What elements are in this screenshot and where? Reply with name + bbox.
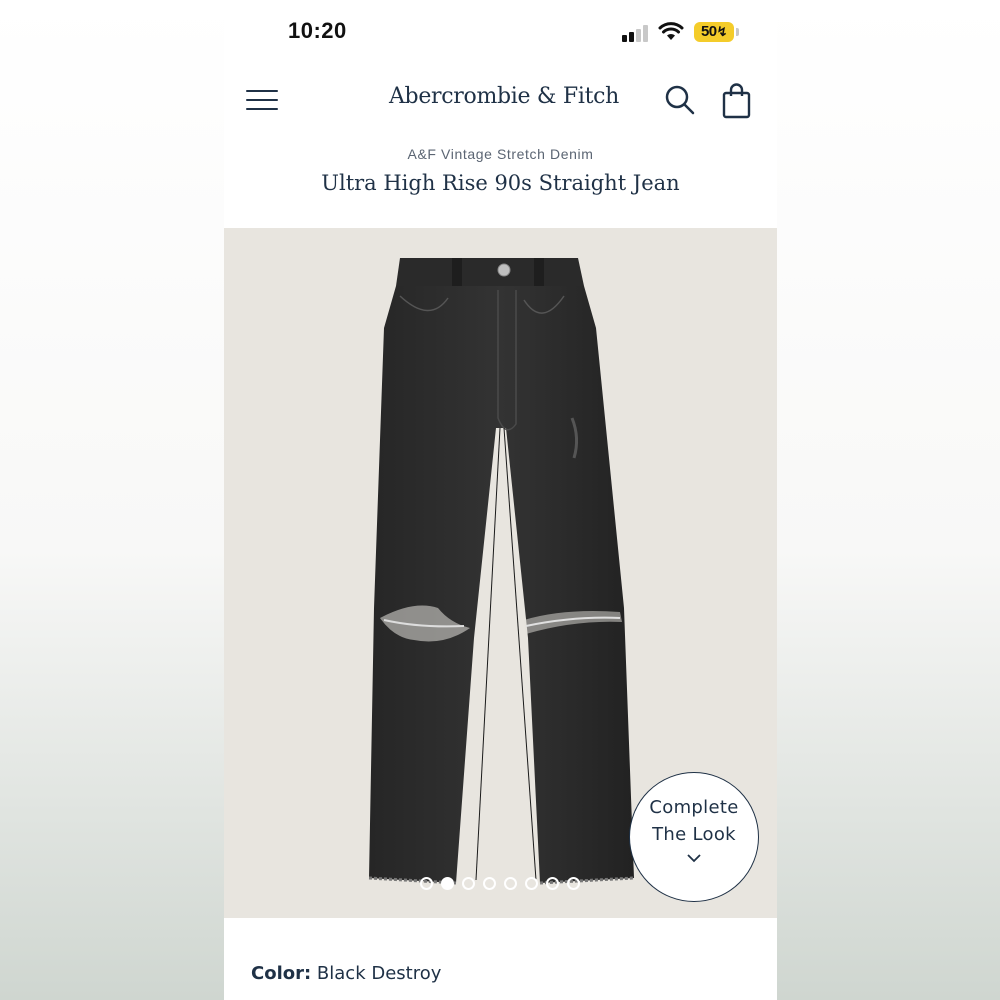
carousel-dots xyxy=(420,877,580,891)
battery-tip xyxy=(736,28,739,36)
carousel-dot-active[interactable] xyxy=(441,877,454,890)
carousel-dot[interactable] xyxy=(483,877,496,890)
battery-level: 50 xyxy=(700,23,717,40)
left-background xyxy=(0,0,224,1000)
color-label: Color: xyxy=(251,963,312,984)
complete-the-look-button[interactable]: Complete The Look xyxy=(629,772,759,902)
brand-logo[interactable]: Abercrombie & Fitch xyxy=(344,84,664,109)
carousel-dot[interactable] xyxy=(504,877,517,890)
color-value: Black Destroy xyxy=(316,963,442,984)
shopping-bag-icon xyxy=(722,83,751,119)
carousel-dot[interactable] xyxy=(567,877,580,890)
charging-bolt-icon: ↯ xyxy=(716,24,728,39)
complete-look-line2: The Look xyxy=(652,824,736,845)
right-background xyxy=(777,0,1000,1000)
product-collection[interactable]: A&F Vintage Stretch Denim xyxy=(224,146,777,162)
carousel-dot[interactable] xyxy=(525,877,538,890)
cellular-signal-icon xyxy=(622,24,650,42)
carousel-dot[interactable] xyxy=(420,877,433,890)
status-time: 10:20 xyxy=(288,18,347,43)
chevron-down-icon xyxy=(687,854,701,863)
color-selection: Color: Black Destroy xyxy=(251,963,441,984)
status-bar: 10:20 50↯ xyxy=(224,0,777,62)
wifi-icon xyxy=(658,22,684,40)
search-button[interactable] xyxy=(662,82,698,118)
shopping-bag-button[interactable] xyxy=(720,82,754,120)
battery-indicator: 50↯ xyxy=(694,22,734,42)
search-icon xyxy=(665,85,695,115)
product-title: Ultra High Rise 90s Straight Jean xyxy=(321,171,680,195)
product-image-carousel[interactable]: Complete The Look xyxy=(224,228,777,918)
carousel-dot[interactable] xyxy=(546,877,559,890)
complete-look-line1: Complete xyxy=(649,797,739,818)
app-header: Abercrombie & Fitch xyxy=(224,62,777,138)
carousel-dot[interactable] xyxy=(462,877,475,890)
phone-screen: 10:20 50↯ Abercrombie & Fitch A&F Vintag… xyxy=(224,0,777,1000)
menu-button[interactable] xyxy=(244,84,280,114)
